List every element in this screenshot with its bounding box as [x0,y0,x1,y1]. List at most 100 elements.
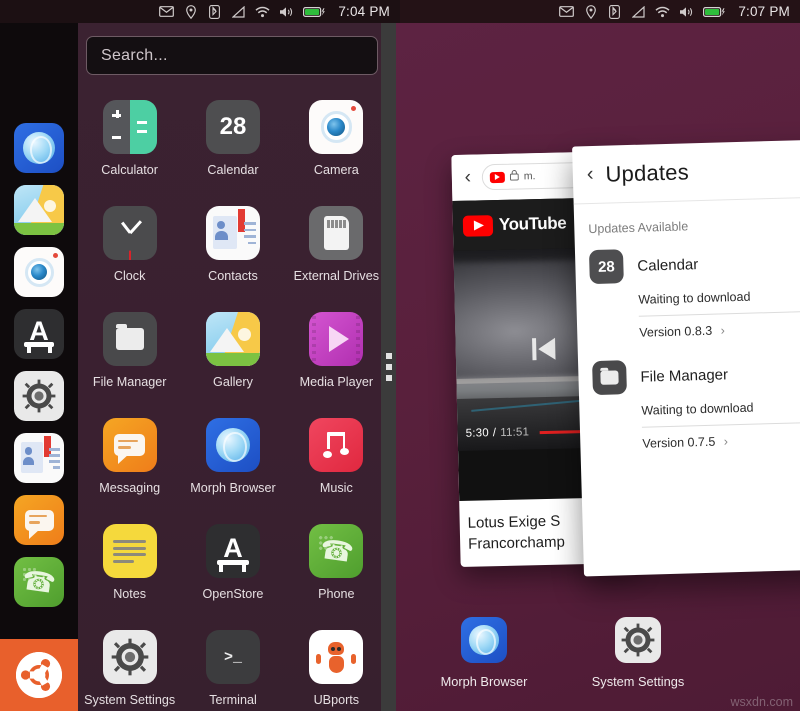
signal-icon [231,5,246,19]
calendar-day-number: 28 [219,113,247,140]
launcher-item-camera[interactable] [14,247,64,297]
launcher-item-contacts[interactable] [14,433,64,483]
chevron-right-icon: › [723,434,729,449]
right-status-bar[interactable]: 7:07 PM [400,0,800,23]
app-terminal[interactable]: >_ Terminal [181,623,284,711]
gallery-icon [205,312,260,366]
app-label: Notes [113,587,147,601]
app-contacts[interactable]: Contacts [181,199,284,305]
current-time: 5:30 [465,427,489,440]
launcher-item-morph-browser[interactable] [14,123,64,173]
media-player-icon [309,312,364,366]
openstore-icon: A [205,524,260,578]
update-list-item[interactable]: File Manager Waiting to download Version… [578,349,800,453]
update-version: Version 0.7.5 [642,434,716,451]
app-calculator[interactable]: Calculator [78,93,181,199]
clock-time: 7:04 PM [338,4,390,19]
app-label: Calculator [101,163,158,177]
url-text: m. [523,170,536,183]
wifi-icon [255,5,270,19]
app-label: File Manager [92,375,167,389]
video-duration: 11:51 [500,426,530,439]
app-music[interactable]: Music [285,411,388,517]
notes-icon [102,524,157,578]
external-drives-icon [309,206,364,260]
app-morph-browser[interactable]: Morph Browser [181,411,284,517]
app-system-settings[interactable]: System Settings [78,623,181,711]
update-list-item[interactable]: 28 Calendar Waiting to download Version … [575,238,800,342]
back-icon[interactable]: ‹ [587,163,594,186]
battery-icon [303,5,327,19]
app-camera[interactable]: Camera [285,93,388,199]
lock-icon [509,170,519,184]
desktop-icon-label: Morph Browser [440,674,528,689]
volume-icon [279,5,294,19]
app-label: Terminal [209,693,257,707]
app-grid: Calculator 28 Calendar Camera Clock Cont… [78,93,388,711]
launcher-item-openstore[interactable]: A [14,309,64,359]
back-icon[interactable]: ‹ [460,166,476,188]
desktop-icon-system-settings[interactable]: System Settings [580,617,696,689]
search-input[interactable]: Search... [86,36,378,75]
messaging-icon [102,418,157,472]
app-label: Music [319,481,353,495]
music-icon [309,418,364,472]
morph-browser-icon [461,617,507,663]
app-label: Morph Browser [190,481,276,495]
app-label: External Drives [293,269,380,283]
phone-icon: ☎ [309,524,364,578]
app-clock[interactable]: Clock [78,199,181,305]
app-ubports[interactable]: UBports [285,623,388,711]
app-file-manager[interactable]: File Manager [78,305,181,411]
mail-icon [559,5,575,19]
launcher-item-system-settings[interactable] [14,371,64,421]
previous-track-icon[interactable] [531,337,556,361]
update-version-row[interactable]: Version 0.8.3 › [639,321,800,340]
file-manager-icon [592,360,627,396]
update-app-name: File Manager [640,365,729,386]
terminal-icon: >_ [205,630,260,684]
desktop-icon-row: Morph Browser System Settings [426,617,696,689]
update-status: Waiting to download [641,400,754,418]
app-label: Camera [313,163,359,177]
location-icon [183,4,198,19]
update-app-name: Calendar [637,255,699,275]
page-title: Updates [605,158,690,187]
system-settings-icon [615,617,661,663]
panel-resize-handle[interactable] [381,23,396,711]
calendar-icon: 28 [205,100,260,154]
divider [641,421,800,428]
update-version: Version 0.8.3 [639,323,713,340]
app-messaging[interactable]: Messaging [78,411,181,517]
app-label: Calendar [207,163,259,177]
app-external-drives[interactable]: External Drives [285,199,388,305]
app-media-player[interactable]: Media Player [285,305,388,411]
bluetooth-icon [607,4,622,19]
ubports-icon [309,630,364,684]
updates-window[interactable]: ‹ Updates Updates Available 28 Calendar … [572,139,800,577]
desktop-area: ‹ m. YouTube 5:30 / 11:51 Lotus Exige S … [396,23,800,711]
app-label: Phone [318,587,355,601]
location-icon [583,4,598,19]
launcher-home-button[interactable] [0,639,78,711]
watermark: wsxdn.com [730,695,793,709]
launcher-item-messaging[interactable] [14,495,64,545]
clock-icon [102,206,157,260]
desktop-icon-morph-browser[interactable]: Morph Browser [426,617,542,689]
app-label: Messaging [99,481,161,495]
youtube-wordmark: YouTube [498,213,567,234]
update-version-row[interactable]: Version 0.7.5 › [642,431,800,450]
updates-section-label: Updates Available [588,219,689,237]
app-notes[interactable]: Notes [78,517,181,623]
app-gallery[interactable]: Gallery [181,305,284,411]
left-status-bar[interactable]: 7:04 PM [0,0,400,23]
terminal-prompt-glyph: >_ [223,648,242,666]
clock-time: 7:07 PM [738,4,790,19]
app-openstore[interactable]: A OpenStore [181,517,284,623]
app-phone[interactable]: ☎ Phone [285,517,388,623]
app-label: Clock [113,269,146,283]
youtube-logo-icon [462,214,494,237]
launcher-item-gallery[interactable] [14,185,64,235]
launcher-item-phone[interactable]: ☎ [14,557,64,607]
app-calendar[interactable]: 28 Calendar [181,93,284,199]
